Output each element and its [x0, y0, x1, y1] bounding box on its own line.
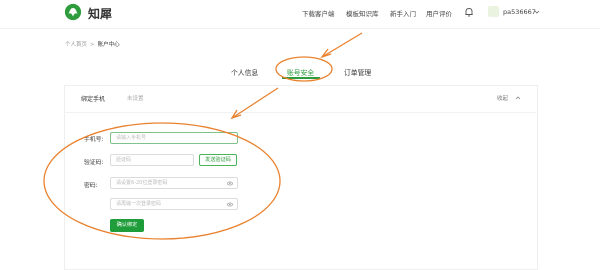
eye-icon[interactable] [227, 202, 233, 207]
confirm-bind-button[interactable]: 确认绑定 [110, 219, 144, 232]
code-input[interactable] [110, 154, 194, 166]
section-title: 绑定手机 [81, 96, 106, 103]
code-label: 验证码: [84, 160, 104, 166]
breadcrumb-current: 账户中心 [97, 42, 120, 48]
logo-leaf-icon[interactable] [64, 3, 82, 21]
password-label: 密码: [84, 183, 98, 189]
breadcrumb: 个人首页 > 账户中心 [65, 40, 120, 48]
breadcrumb-home[interactable]: 个人首页 [65, 42, 87, 48]
active-tab-underline [282, 77, 320, 79]
tab-account-security[interactable]: 账号安全 [287, 67, 314, 77]
phone-label: 手机号: [84, 137, 104, 143]
send-code-button[interactable]: 发送验证码 [199, 154, 237, 166]
nav-template-library[interactable]: 模板知识库 [346, 8, 379, 18]
nav-download-client[interactable]: 下载客户端 [302, 8, 335, 18]
breadcrumb-separator: > [90, 42, 95, 48]
logo-text[interactable]: 知犀 [88, 5, 112, 22]
section-status: 未设置 [127, 96, 144, 102]
avatar[interactable] [488, 6, 499, 17]
chevron-up-icon[interactable] [515, 95, 521, 101]
username[interactable]: pa536667 [503, 8, 536, 16]
chevron-down-icon[interactable] [534, 9, 540, 15]
nav-beginner-guide[interactable]: 新手入门 [390, 8, 416, 18]
collapse-link[interactable]: 收起 [497, 94, 508, 102]
phone-input[interactable] [110, 132, 238, 144]
annotation-arrow-tab [320, 32, 363, 59]
tab-personal-info[interactable]: 个人信息 [231, 67, 258, 77]
eye-icon[interactable] [227, 181, 233, 186]
bell-icon[interactable] [464, 7, 474, 17]
nav-user-reviews[interactable]: 用户评价 [426, 8, 452, 18]
tab-order-management[interactable]: 订单管理 [344, 67, 371, 77]
password-input[interactable] [110, 177, 238, 189]
confirm-password-input[interactable] [110, 198, 238, 210]
panel-divider [64, 112, 536, 113]
